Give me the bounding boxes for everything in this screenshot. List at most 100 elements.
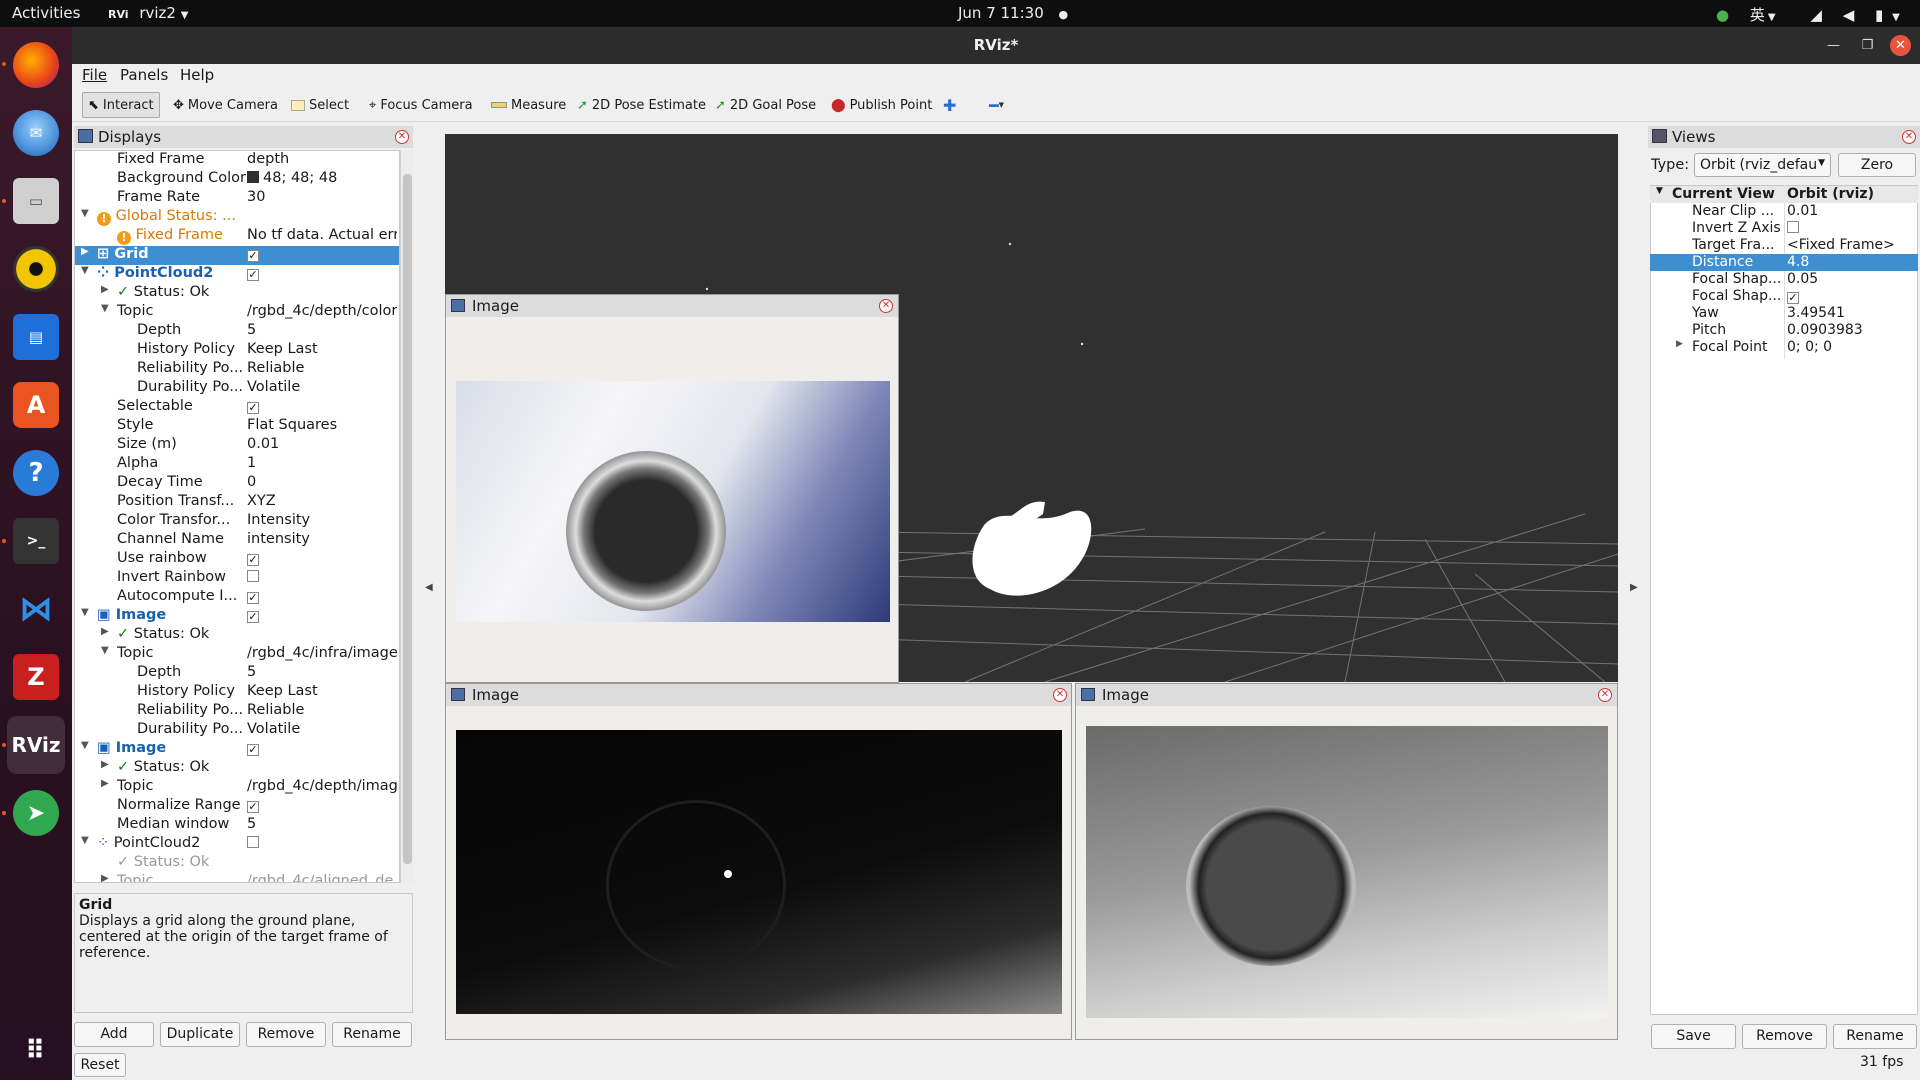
close-views-button[interactable]: ✕ [1902, 130, 1916, 144]
expand-right-icon[interactable]: ▶ [101, 759, 109, 770]
dock-filezilla[interactable]: Z [7, 648, 65, 706]
displays-tree[interactable]: Fixed Frame depth Background Color 48; 48;… [74, 150, 400, 883]
row-value[interactable]: 0.0903983 [1787, 322, 1917, 338]
tree-row[interactable]: Frame Rate 30 [75, 189, 399, 208]
row-value[interactable]: ✓ [247, 607, 397, 623]
view-row[interactable]: Target Fra... <Fixed Frame> [1650, 237, 1918, 254]
system-tray[interactable]: ● 英 ▼ ◢ ◀ ▮ ▼ [1700, 4, 1900, 25]
tree-row[interactable]: Fixed Frame depth [75, 151, 399, 170]
row-value[interactable]: No tf data. Actual err... [247, 227, 397, 243]
tree-row[interactable]: Depth 5 [75, 322, 399, 341]
app-menu[interactable]: RVi rviz2 ▼ [108, 4, 188, 22]
expand-down-icon[interactable]: ▼ [81, 265, 89, 276]
tree-row[interactable]: History Policy Keep Last [75, 683, 399, 702]
row-value[interactable]: Reliable [247, 702, 397, 718]
expand-right-icon[interactable]: ▶ [81, 246, 89, 257]
remove-tool-button[interactable]: ━ ▼ [984, 92, 1009, 118]
row-value[interactable]: 5 [247, 664, 397, 680]
tree-row[interactable]: ! Fixed Frame No tf data. Actual err... [75, 227, 399, 246]
view-row[interactable]: Focal Shap... 0.05 [1650, 271, 1918, 288]
row-value[interactable]: 0.01 [1787, 203, 1917, 219]
row-value[interactable]: XYZ [247, 493, 397, 509]
tree-row[interactable]: Channel Name intensity [75, 531, 399, 550]
row-value[interactable]: 30 [247, 189, 397, 205]
expand-right-icon[interactable]: ▶ [101, 778, 109, 789]
tree-row[interactable]: Durability Po... Volatile [75, 379, 399, 398]
zero-button[interactable]: Zero [1838, 153, 1916, 177]
view-row[interactable]: Invert Z Axis [1650, 220, 1918, 237]
dock-help[interactable]: ? [7, 444, 65, 502]
clock[interactable]: Jun 7 11:30 ● [958, 4, 1068, 22]
row-value[interactable]: /rgbd_4c/infra/image... [247, 645, 397, 661]
tree-row[interactable]: History Policy Keep Last [75, 341, 399, 360]
row-value[interactable]: ✓ [247, 265, 397, 281]
expand-right-icon[interactable]: ▶ [1676, 339, 1683, 349]
tree-row[interactable]: Size (m) 0.01 [75, 436, 399, 455]
image-panel-color[interactable]: Image ✕ [445, 294, 899, 683]
row-value[interactable]: Volatile [247, 721, 397, 737]
tree-row[interactable]: Reliability Po... Reliable [75, 360, 399, 379]
view-row-distance[interactable]: Distance 4.8 [1650, 254, 1918, 271]
dock-software[interactable]: A [7, 376, 65, 434]
measure-tool[interactable]: Measure [486, 92, 571, 118]
invert-z-checkbox[interactable] [1787, 221, 1799, 233]
row-value[interactable]: Intensity [247, 512, 397, 528]
tree-row[interactable]: Use rainbow ✓ [75, 550, 399, 569]
tree-row[interactable]: Alpha 1 [75, 455, 399, 474]
tree-row[interactable]: Depth 5 [75, 664, 399, 683]
tree-row[interactable]: ▶ ✓ Status: Ok [75, 284, 399, 303]
row-value[interactable]: 5 [247, 322, 397, 338]
tree-row[interactable]: ▼ ▣ Image ✓ [75, 740, 399, 759]
tree-row[interactable]: ▼ ⁘ PointCloud2 [75, 835, 399, 854]
row-value[interactable]: ✓ [1787, 288, 1917, 304]
tree-row[interactable]: ▶ ✓ Status: Ok [75, 759, 399, 778]
row-value[interactable]: Volatile [247, 379, 397, 395]
enabled-checkbox[interactable] [247, 836, 259, 848]
expand-down-icon[interactable]: ▼ [101, 303, 109, 314]
tree-row[interactable]: ▼ ⁘ PointCloud2 ✓ [75, 265, 399, 284]
tree-row[interactable]: Color Transfor... Intensity [75, 512, 399, 531]
tree-row[interactable]: Median window 5 [75, 816, 399, 835]
expand-down-icon[interactable]: ▼ [101, 645, 109, 656]
close-displays-button[interactable]: ✕ [395, 130, 409, 144]
tree-row[interactable]: ▶ ✓ Status: Ok [75, 626, 399, 645]
tree-row[interactable]: Style Flat Squares [75, 417, 399, 436]
focal-shape-checkbox[interactable]: ✓ [1787, 292, 1799, 304]
tree-row[interactable]: Durability Po... Volatile [75, 721, 399, 740]
normalize-range-checkbox[interactable]: ✓ [247, 801, 259, 813]
row-value[interactable]: Keep Last [247, 683, 397, 699]
row-value[interactable]: Keep Last [247, 341, 397, 357]
tree-row[interactable]: Reliability Po... Reliable [75, 702, 399, 721]
dock-telegram[interactable]: ➤ [7, 784, 65, 842]
close-image-panel-button[interactable]: ✕ [879, 299, 893, 313]
tree-row-grid[interactable]: ▶ ⊞ Grid ✓ [75, 246, 399, 265]
focus-camera-tool[interactable]: ⌖ Focus Camera [364, 92, 478, 118]
tree-row[interactable]: ▼ Topic/rgbd_4c/infra/image... [75, 645, 399, 664]
tree-row[interactable]: ▶ Topic/rgbd_4c/aligned_de... [75, 873, 399, 882]
enabled-checkbox[interactable]: ✓ [247, 269, 259, 281]
row-value[interactable]: ✓ [247, 398, 397, 414]
view-row[interactable]: Near Clip ... 0.01 [1650, 203, 1918, 220]
row-value[interactable]: 0.05 [1787, 271, 1917, 287]
activities-button[interactable]: Activities [12, 4, 80, 22]
enabled-checkbox[interactable]: ✓ [247, 744, 259, 756]
tree-row[interactable]: Decay Time 0 [75, 474, 399, 493]
dock-vscode[interactable]: ⋈ [7, 580, 65, 638]
view-row[interactable]: ▶ Focal Point 0; 0; 0 [1650, 339, 1918, 356]
autocompute-checkbox[interactable]: ✓ [247, 592, 259, 604]
tree-row[interactable]: ▶ Topic/rgbd_4c/depth/imag... [75, 778, 399, 797]
tree-row[interactable]: ✓ Status: Ok [75, 854, 399, 873]
add-tool-button[interactable]: ✚ [938, 92, 961, 118]
dock-files[interactable]: ▭ [7, 172, 65, 230]
invert-rainbow-checkbox[interactable] [247, 570, 259, 582]
row-value[interactable]: 4.8 [1787, 254, 1917, 270]
expand-right-icon[interactable]: ▶ [101, 626, 109, 637]
tree-row[interactable]: ▼! Global Status: ... [75, 208, 399, 227]
view-type-select[interactable]: Orbit (rviz_defau ▼ [1694, 153, 1831, 177]
remove-view-button[interactable]: Remove [1742, 1024, 1827, 1049]
tree-row[interactable]: Position Transf... XYZ [75, 493, 399, 512]
add-display-button[interactable]: Add [74, 1022, 154, 1047]
enabled-checkbox[interactable]: ✓ [247, 250, 259, 262]
selectable-checkbox[interactable]: ✓ [247, 402, 259, 414]
collapse-right-icon[interactable]: ▶ [1630, 582, 1638, 593]
